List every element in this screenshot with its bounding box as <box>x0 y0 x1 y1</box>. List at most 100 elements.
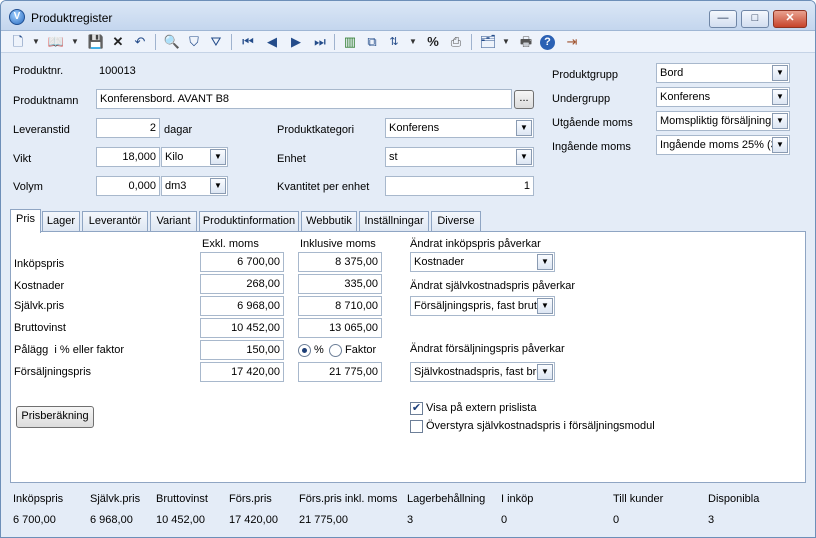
produktgrupp-select[interactable]: Bord ▼ <box>656 63 790 83</box>
produktnr-value: 100013 <box>99 65 136 77</box>
overstyra-checkbox[interactable] <box>410 420 423 433</box>
sjalvkpris-inkl-input[interactable]: 8 710,00 <box>298 296 382 316</box>
help-icon[interactable]: ? <box>540 35 555 50</box>
inkopspris-inkl-input[interactable]: 8 375,00 <box>298 252 382 272</box>
settings-icon[interactable]: 🗂 <box>479 33 497 51</box>
minimize-button[interactable]: — <box>709 10 737 28</box>
kostnader-inkl-input[interactable]: 335,00 <box>298 274 382 294</box>
tab-lager[interactable]: Lager <box>42 211 80 232</box>
filter-clear-icon[interactable]: ⛛ <box>207 33 225 51</box>
prisberakning-button[interactable]: Prisberäkning <box>16 406 94 428</box>
row-label-kostnader: Kostnader <box>14 280 65 292</box>
summary-value: 6 700,00 <box>13 514 56 526</box>
prev-record-icon[interactable]: ◀ <box>263 33 281 51</box>
chevron-down-icon[interactable]: ▼ <box>71 37 79 46</box>
row-label-inkopspris: Inköpspris <box>14 258 65 270</box>
leveranstid-unit: dagar <box>164 124 193 136</box>
enhet-select[interactable]: st ▼ <box>385 147 534 167</box>
chevron-down-icon[interactable]: ▼ <box>537 298 553 314</box>
chevron-down-icon[interactable]: ▼ <box>537 254 553 270</box>
forsaljningspris-exkl-input[interactable]: 17 420,00 <box>200 362 284 382</box>
title-bar[interactable]: V Produktregister — □ ✕ <box>1 1 815 31</box>
chevron-down-icon[interactable]: ▼ <box>32 37 40 46</box>
chevron-down-icon[interactable]: ▼ <box>210 178 226 194</box>
andrat-fors-label: Ändrat försäljningspris påverkar <box>410 343 565 355</box>
summary-value: 3 <box>708 514 715 526</box>
summary-value: 0 <box>501 514 508 526</box>
chart-icon[interactable]: ▥ <box>341 33 359 51</box>
volym-input[interactable]: 0,000 <box>96 176 160 196</box>
volym-unit-select[interactable]: dm3 ▼ <box>161 176 228 196</box>
chevron-down-icon[interactable]: ▼ <box>772 89 788 105</box>
copy-icon[interactable]: ⧉ <box>363 33 381 51</box>
new-doc-icon[interactable]: 🗋 <box>9 33 27 51</box>
bruttovinst-exkl-input[interactable]: 10 452,00 <box>200 318 284 338</box>
produktkategori-select[interactable]: Konferens ▼ <box>385 118 534 138</box>
open-book-icon[interactable]: 📖 <box>47 33 65 51</box>
visa-extern-checkbox[interactable]: ✔ <box>410 402 423 415</box>
andrat-fors-select[interactable]: Självkostnadspris, fast bru ▼ <box>410 362 555 382</box>
forsaljningspris-inkl-input[interactable]: 21 775,00 <box>298 362 382 382</box>
chevron-down-icon[interactable]: ▼ <box>537 364 553 380</box>
tab-produktinformation[interactable]: Produktinformation <box>199 211 299 232</box>
first-record-icon[interactable]: ⏮ <box>239 33 257 51</box>
exit-icon[interactable]: ⇥ <box>563 33 581 51</box>
print-icon[interactable]: 🖶 <box>517 33 535 51</box>
radio-factor[interactable] <box>329 344 342 357</box>
andrat-inkop-select[interactable]: Kostnader ▼ <box>410 252 555 272</box>
chevron-down-icon[interactable]: ▼ <box>516 120 532 136</box>
save-icon[interactable]: 💾 <box>87 33 105 51</box>
summary-header: Bruttovinst <box>156 493 208 505</box>
kvantitet-input[interactable]: 1 <box>385 176 534 196</box>
tab-pris[interactable]: Pris <box>10 209 41 233</box>
chevron-down-icon[interactable]: ▼ <box>409 37 417 46</box>
tab-installningar[interactable]: Inställningar <box>359 211 429 232</box>
vikt-input[interactable]: 18,000 <box>96 147 160 167</box>
ingaende-moms-select[interactable]: Ingående moms 25% (3 ▼ <box>656 135 790 155</box>
tab-webbutik[interactable]: Webbutik <box>301 211 357 232</box>
kostnader-exkl-input[interactable]: 268,00 <box>200 274 284 294</box>
palagg-input[interactable]: 150,00 <box>200 340 284 360</box>
vikt-unit-select[interactable]: Kilo ▼ <box>161 147 228 167</box>
undo-icon[interactable]: ↶ <box>131 33 149 51</box>
sort-icon[interactable]: ⇅ <box>385 33 403 51</box>
produktnamn-input[interactable]: Konferensbord. AVANT B8 <box>96 89 512 109</box>
enhet-value: st <box>389 151 398 163</box>
tab-variant[interactable]: Variant <box>150 211 197 232</box>
last-record-icon[interactable]: ⏭ <box>311 33 329 51</box>
ingaende-moms-label: Ingående moms <box>552 141 631 153</box>
andrat-sjalvk-select[interactable]: Försäljningspris, fast bruttc ▼ <box>410 296 555 316</box>
enhet-label: Enhet <box>277 153 306 165</box>
chevron-down-icon[interactable]: ▼ <box>516 149 532 165</box>
leveranstid-input[interactable]: 2 <box>96 118 160 138</box>
utgaende-moms-select[interactable]: Momspliktig försäljning 2 ▼ <box>656 111 790 131</box>
produktnamn-label: Produktnamn <box>13 95 79 107</box>
chevron-down-icon[interactable]: ▼ <box>772 65 788 81</box>
print-preview-icon[interactable]: ⎙ <box>447 33 465 51</box>
percent-icon[interactable]: % <box>424 33 442 51</box>
maximize-button[interactable]: □ <box>741 10 769 28</box>
tab-leverantor[interactable]: Leverantör <box>82 211 148 232</box>
product-register-window: V Produktregister — □ ✕ 🗋 ▼ 📖 ▼ 💾 ✕ ↶ 🔍 … <box>0 0 816 538</box>
filter-icon[interactable]: ⛉ <box>185 33 203 51</box>
browse-button[interactable]: ... <box>514 90 534 109</box>
sjalvkpris-exkl-input[interactable]: 6 968,00 <box>200 296 284 316</box>
chevron-down-icon[interactable]: ▼ <box>772 137 788 153</box>
row-label-forsaljningspris: Försäljningspris <box>14 366 92 378</box>
col-header-inkl: Inklusive moms <box>300 238 376 250</box>
chevron-down-icon[interactable]: ▼ <box>210 149 226 165</box>
inkopspris-exkl-input[interactable]: 6 700,00 <box>200 252 284 272</box>
chevron-down-icon[interactable]: ▼ <box>772 113 788 129</box>
tab-diverse[interactable]: Diverse <box>431 211 481 232</box>
pris-panel <box>10 231 806 483</box>
bruttovinst-inkl-input[interactable]: 13 065,00 <box>298 318 382 338</box>
summary-value: 17 420,00 <box>229 514 278 526</box>
search-icon[interactable]: 🔍 <box>163 33 181 51</box>
radio-percent[interactable] <box>298 344 311 357</box>
vikt-unit-value: Kilo <box>165 151 184 163</box>
chevron-down-icon[interactable]: ▼ <box>502 37 510 46</box>
close-button[interactable]: ✕ <box>773 10 807 28</box>
delete-icon[interactable]: ✕ <box>109 33 127 51</box>
next-record-icon[interactable]: ▶ <box>287 33 305 51</box>
undergrupp-select[interactable]: Konferens ▼ <box>656 87 790 107</box>
